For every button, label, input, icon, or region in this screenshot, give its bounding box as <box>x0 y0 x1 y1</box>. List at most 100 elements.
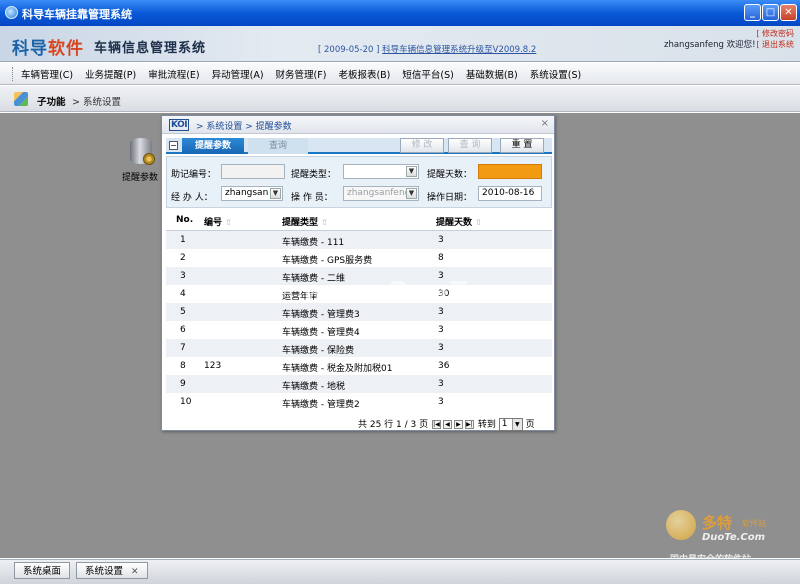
menu-vehicle[interactable]: 车辆管理(C) <box>21 67 73 81</box>
mnemonic-label: 助记编号： <box>171 170 217 180</box>
table-row[interactable]: 4 运营年审 30 <box>166 285 552 303</box>
cell-type: 车辆缴费 - 管理费2 <box>282 400 360 410</box>
modify-button[interactable]: 修 改 <box>400 138 444 153</box>
page-select-value: 1 <box>501 419 508 429</box>
col-days[interactable]: 提醒天数 ⇧ <box>436 215 482 228</box>
operator-label: 操 作 员： <box>291 193 333 203</box>
table-row[interactable]: 5 车辆缴费 - 管理费3 3 <box>166 303 552 321</box>
menu-basic-data[interactable]: 基础数据(B) <box>466 67 518 81</box>
goto-label: 转到 <box>477 420 496 430</box>
collapse-icon[interactable]: − <box>169 141 178 150</box>
handler-label: 经 办 人： <box>171 193 213 203</box>
cell-days: 3 <box>438 235 444 245</box>
taskbar-settings-label: 系统设置 <box>85 566 124 577</box>
header-links: [ 修改密码 [ 退出系统 <box>756 28 794 50</box>
cell-no: 5 <box>180 307 186 317</box>
dialog-titlebar[interactable]: KOI > 系统设置 > 提醒参数 × <box>162 116 554 134</box>
menu-finance[interactable]: 财务管理(F) <box>276 67 327 81</box>
cell-days: 3 <box>438 343 444 353</box>
table-row[interactable]: 7 车辆缴费 - 保险费 3 <box>166 339 552 357</box>
cell-type: 车辆缴费 - GPS服务费 <box>282 256 373 266</box>
date-field[interactable]: 2010-08-16 <box>478 186 542 201</box>
logout-link[interactable]: [ 退出系统 <box>756 39 794 50</box>
app-icon <box>5 6 18 19</box>
mnemonic-field[interactable] <box>221 164 285 179</box>
taskbar-desktop-tab[interactable]: 系统桌面 <box>14 562 71 579</box>
menu-reminder[interactable]: 业务提醒(P) <box>85 67 136 81</box>
menu-change[interactable]: 异动管理(A) <box>212 67 264 81</box>
breadcrumb: 子功能 > 系统设置 <box>0 86 800 112</box>
operator-select-value: zhangsanfeng <box>347 188 411 198</box>
breadcrumb-root[interactable]: 子功能 <box>37 94 66 108</box>
reminder-table: No. 编号 ⇧ 提醒类型 ⇧ 提醒天数 ⇧ 1 车辆缴费 - 111 3 2 车辆缴费… <box>166 211 552 411</box>
menu-bar: 车辆管理(C) 业务提醒(P) 审批流程(E) 异动管理(A) 财务管理(F) … <box>0 63 800 85</box>
prev-page-icon[interactable]: ◀ <box>442 420 452 429</box>
table-row[interactable]: 2 车辆缴费 - GPS服务费 8 <box>166 249 552 267</box>
cell-no: 8 <box>180 361 186 371</box>
table-row[interactable]: 1 车辆缴费 - 111 3 <box>166 231 552 249</box>
cell-type: 车辆缴费 - 111 <box>282 238 345 248</box>
maximize-button[interactable]: □ <box>762 4 779 21</box>
table-row[interactable]: 6 车辆缴费 - 管理费4 3 <box>166 321 552 339</box>
reset-button[interactable]: 重 置 <box>500 138 544 153</box>
col-code-label: 编号 <box>204 218 223 228</box>
cell-days: 3 <box>438 271 444 281</box>
cell-no: 2 <box>180 253 186 263</box>
page-suffix: 页 <box>525 420 535 430</box>
table-row[interactable]: 3 车辆缴费 - 二维 3 <box>166 267 552 285</box>
user-greeting: zhangsanfeng 欢迎您! <box>664 40 756 50</box>
table-row[interactable]: 9 车辆缴费 - 地税 3 <box>166 375 552 393</box>
close-button[interactable]: ✕ <box>780 4 797 21</box>
col-no[interactable]: No. <box>176 215 193 225</box>
type-label: 提醒类型： <box>291 170 337 180</box>
col-type[interactable]: 提醒类型 ⇧ <box>282 215 328 228</box>
days-field[interactable] <box>478 164 542 179</box>
change-password-link[interactable]: [ 修改密码 <box>756 28 794 39</box>
dialog-close-icon[interactable]: × <box>541 118 549 129</box>
cell-no: 7 <box>180 343 186 353</box>
brand-logo: 科导软件 <box>12 34 84 59</box>
next-page-icon[interactable]: ▶ <box>453 420 463 429</box>
taskbar-settings-tab[interactable]: 系统设置 ✕ <box>76 562 148 579</box>
dialog-breadcrumb: > 系统设置 > 提醒参数 <box>196 122 292 132</box>
dialog-logo: KOI <box>169 119 190 131</box>
first-page-icon[interactable]: |◀ <box>431 420 441 429</box>
minimize-button[interactable]: _ <box>744 4 761 21</box>
cell-days: 30 <box>438 289 450 299</box>
system-name: 车辆信息管理系统 <box>94 41 207 56</box>
tab-query[interactable]: 查询 <box>248 138 308 154</box>
cell-type: 车辆缴费 - 保险费 <box>282 346 354 356</box>
cell-no: 6 <box>180 325 186 335</box>
handler-select[interactable]: zhangsan ▼ <box>221 186 283 201</box>
query-button[interactable]: 查 询 <box>448 138 492 153</box>
tab-reminder-params[interactable]: 提醒参数 <box>182 138 244 154</box>
cell-no: 9 <box>180 379 186 389</box>
cell-no: 10 <box>180 397 192 407</box>
menu-settings[interactable]: 系统设置(S) <box>530 67 581 81</box>
app-header: 科导软件 车辆信息管理系统 [ 2009-05-20 ] 科导车辆信息管理系统升… <box>0 26 800 62</box>
update-notice: [ 2009-05-20 ] 科导车辆信息管理系统升级至V2009.8.2 <box>318 43 536 55</box>
chevron-down-icon: ▼ <box>511 419 522 430</box>
last-page-icon[interactable]: ▶| <box>464 420 474 429</box>
pager-summary: 共 25 行 1 / 3 页 <box>358 420 429 430</box>
chevron-down-icon: ▼ <box>406 166 417 177</box>
table-row[interactable]: 10 车辆缴费 - 管理费2 3 <box>166 393 552 411</box>
type-select[interactable]: ▼ <box>343 164 419 179</box>
cell-no: 4 <box>180 289 186 299</box>
close-icon[interactable]: ✕ <box>131 567 139 577</box>
table-header: No. 编号 ⇧ 提醒类型 ⇧ 提醒天数 ⇧ <box>166 211 552 231</box>
notice-link[interactable]: 科导车辆信息管理系统升级至V2009.8.2 <box>382 45 536 55</box>
database-gear-icon[interactable] <box>128 138 156 168</box>
table-row[interactable]: 8 123 车辆缴费 - 税金及附加税01 36 <box>166 357 552 375</box>
handler-select-value: zhangsan <box>225 188 269 198</box>
col-code[interactable]: 编号 ⇧ <box>204 215 232 228</box>
menu-boss-report[interactable]: 老板报表(B) <box>338 67 390 81</box>
page-select[interactable]: 1 ▼ <box>498 418 523 431</box>
menu-approval[interactable]: 审批流程(E) <box>148 67 199 81</box>
window-title: 科导车辆挂靠管理系统 <box>22 8 132 21</box>
menu-sms[interactable]: 短信平台(S) <box>402 67 453 81</box>
desktop-icon-label[interactable]: 提醒参数 <box>122 170 158 183</box>
pager: 共 25 行 1 / 3 页 |◀ ◀ ▶ ▶| 转到 1 ▼ 页 <box>358 417 535 431</box>
cell-type: 车辆缴费 - 地税 <box>282 382 345 392</box>
dialog-tabstrip: − 提醒参数 查询 修 改 查 询 重 置 <box>166 138 552 154</box>
